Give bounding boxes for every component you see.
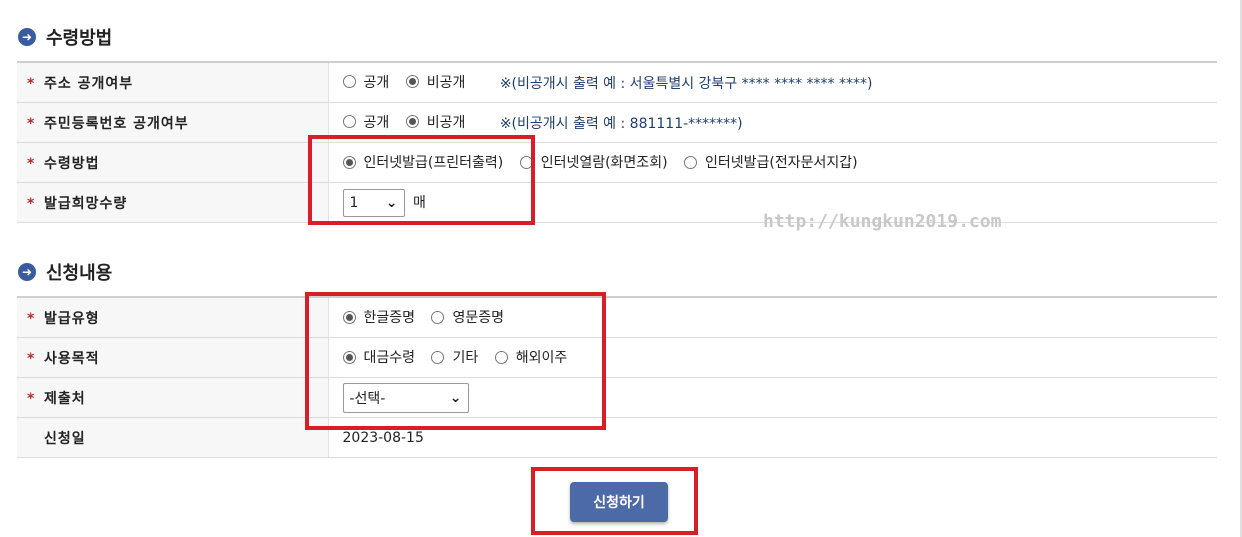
highlight-box-application [305,292,606,430]
radio-icon[interactable] [342,75,356,89]
option-label: 비공개 [426,114,466,131]
row-rrn-disclosure: * 주민등록번호 공개여부 공개 비공개 ※(비공개시 출력 예 : 881111… [17,102,1217,143]
required-icon: * [27,195,35,212]
radio-icon[interactable] [342,115,356,129]
required-icon: * [27,350,35,367]
label-cell: * 발급희망수량 [17,182,329,223]
label-cell: * 주소 공개여부 [17,62,329,103]
required-icon: * [27,390,35,407]
label-cell: * 수령방법 [17,142,329,183]
apply-date-value: 2023-08-15 [342,429,424,446]
address-label: 주소 공개여부 [44,75,134,92]
required-icon: * [27,75,35,92]
receipt-form-table: * 주소 공개여부 공개 비공개 ※(비공개시 출력 예 : 서울특별시 강북구 … [17,61,1217,223]
application-form-table: * 발급유형 한글증명 영문증명 * 사용목적 대금수령 기타 해외이주 * 제출처 … [17,296,1217,458]
section2-title-text: 신청내용 [46,263,113,284]
radio-method-view[interactable]: 인터넷열람(화면조회) [519,152,668,172]
row-purpose: * 사용목적 대금수령 기타 해외이주 [17,337,1217,378]
option-label: 인터넷열람(화면조회) [540,155,668,172]
apply-date-label: 신청일 [44,430,86,447]
row-address-disclosure: * 주소 공개여부 공개 비공개 ※(비공개시 출력 예 : 서울특별시 강북구 … [17,62,1217,103]
row-receipt-method: * 수령방법 인터넷발급(프린터출력) 인터넷열람(화면조회) 인터넷발급(전자문… [17,142,1217,183]
rrn-note: ※(비공개시 출력 예 : 881111-*******) [499,116,743,133]
quantity-label: 발급희망수량 [44,195,128,212]
section-title-receipt: ➜ 수령방법 [18,24,112,50]
highlight-box-receipt [308,135,535,225]
option-label: 인터넷발급(전자문서지갑) [704,155,858,172]
row-issue-type: * 발급유형 한글증명 영문증명 [17,297,1217,338]
row-submit-to: * 제출처 -선택- ⌄ [17,377,1217,418]
value-cell: 공개 비공개 ※(비공개시 출력 예 : 서울특별시 강북구 **** ****… [328,62,1217,103]
issue-type-label: 발급유형 [44,310,100,327]
option-label: 비공개 [426,74,466,91]
section1-title-text: 수령방법 [46,28,113,49]
label-cell: 신청일 [17,417,329,458]
radio-rrn-private[interactable]: 비공개 [405,112,466,132]
highlight-box-submit [531,467,698,535]
row-quantity: * 발급희망수량 1 ⌄ 매 [17,182,1217,223]
rrn-label: 주민등록번호 공개여부 [44,115,189,132]
method-label: 수령방법 [44,155,100,172]
required-icon: * [27,115,35,132]
watermark-text: http://kungkun2019.com [763,211,1002,232]
address-note: ※(비공개시 출력 예 : 서울특별시 강북구 **** **** **** *… [499,76,873,93]
radio-icon[interactable] [683,155,697,169]
radio-rrn-public[interactable]: 공개 [342,112,390,132]
section-title-application: ➜ 신청내용 [18,259,112,285]
radio-selected-icon[interactable] [405,115,419,129]
radio-selected-icon[interactable] [405,75,419,89]
label-cell: * 발급유형 [17,297,329,338]
required-icon: * [27,310,35,327]
arrow-circle-icon: ➜ [18,263,36,281]
row-apply-date: 신청일 2023-08-15 [17,417,1217,458]
label-cell: * 주민등록번호 공개여부 [17,102,329,143]
option-label: 공개 [363,74,390,91]
purpose-label: 사용목적 [44,350,100,367]
label-cell: * 제출처 [17,377,329,418]
radio-method-wallet[interactable]: 인터넷발급(전자문서지갑) [683,152,858,172]
radio-address-private[interactable]: 비공개 [405,72,466,92]
option-label: 공개 [363,114,390,131]
submit-to-label: 제출처 [44,390,86,407]
arrow-circle-icon: ➜ [18,28,36,46]
label-cell: * 사용목적 [17,337,329,378]
radio-address-public[interactable]: 공개 [342,72,390,92]
required-icon: * [27,155,35,172]
